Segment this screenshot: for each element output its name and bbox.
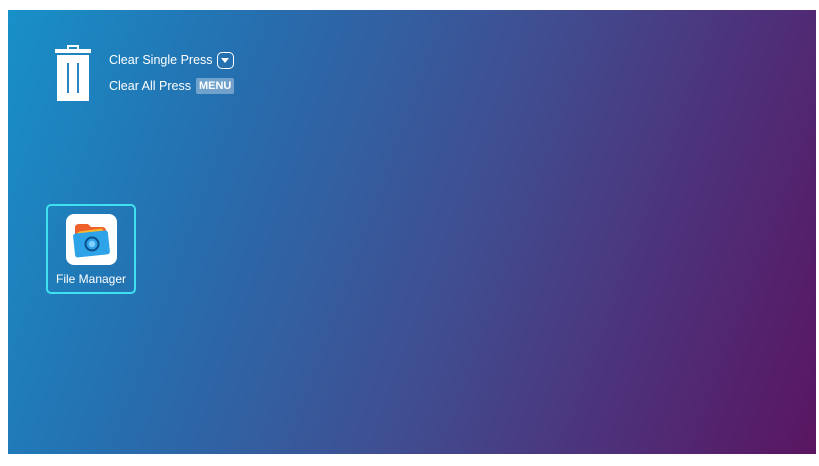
app-tile-file-manager[interactable]: File Manager (46, 204, 136, 294)
file-manager-icon (66, 214, 117, 265)
menu-key-badge: MENU (195, 78, 235, 94)
clear-single-label: Clear Single Press (109, 53, 213, 67)
clear-all-label: Clear All Press (109, 79, 191, 93)
clear-all-hint: Clear All Press MENU (109, 77, 235, 95)
down-arrow-key-icon (216, 51, 234, 69)
trash-icon (55, 45, 91, 101)
launcher-screen: Clear Single Press Clear All Press MENU … (8, 10, 816, 454)
clear-single-hint: Clear Single Press (109, 51, 234, 69)
app-label: File Manager (55, 272, 127, 286)
